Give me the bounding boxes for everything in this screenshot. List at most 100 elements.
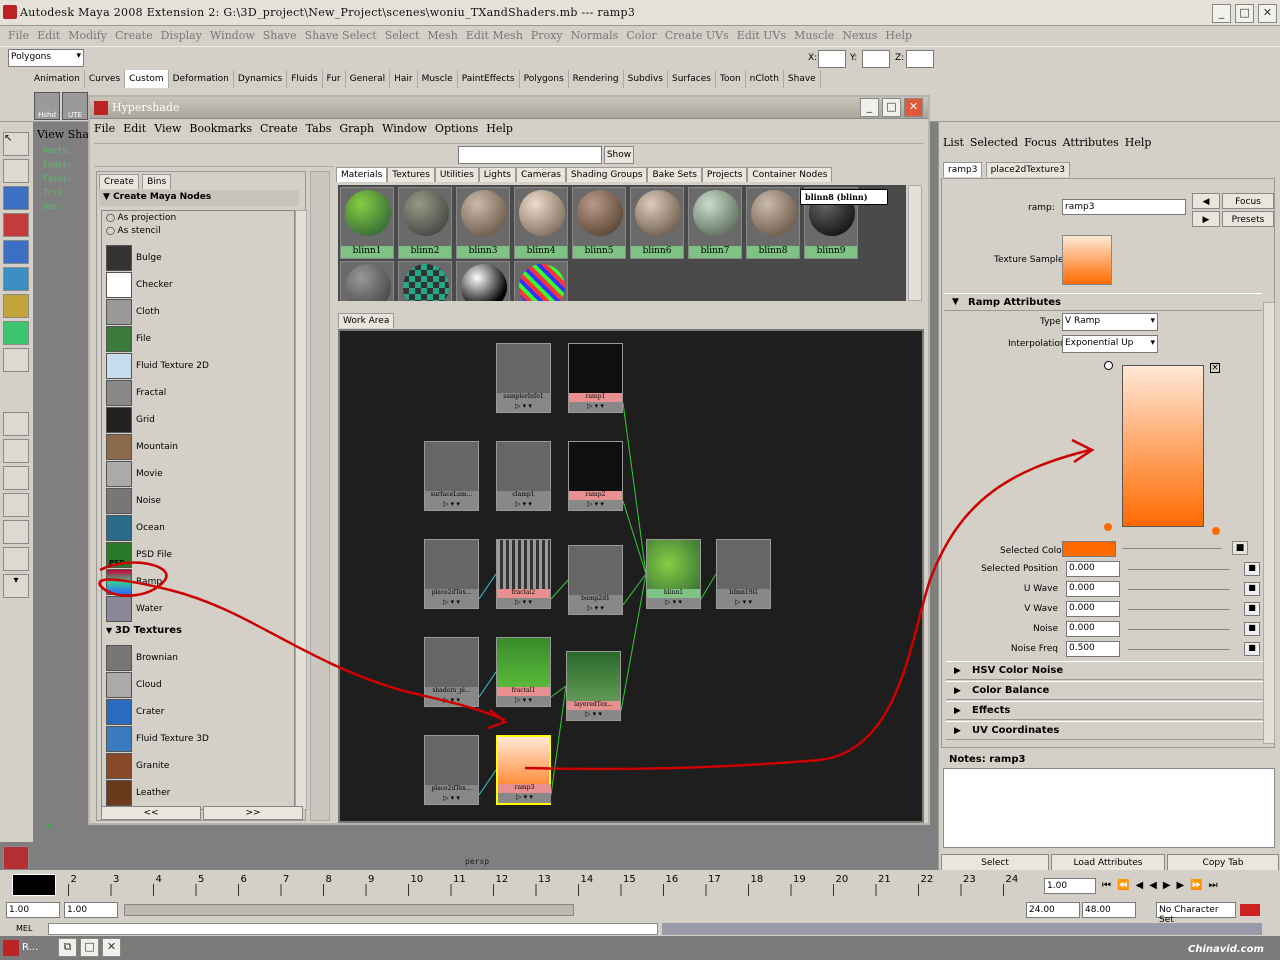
- node-item-ocean[interactable]: Ocean: [106, 515, 286, 542]
- work-node-ports[interactable]: ▷ ▾ ▾: [497, 696, 550, 706]
- material-swatch-blinn4[interactable]: blinn4: [514, 187, 568, 259]
- tab-place2dtexture3[interactable]: place2dTexture3: [985, 162, 1070, 177]
- ramp-section-header[interactable]: ▼ Ramp Attributes: [944, 293, 1262, 311]
- layout-persp-icon[interactable]: [3, 493, 29, 517]
- layout-graph-icon[interactable]: [3, 547, 29, 571]
- layout-outliner-icon[interactable]: [3, 520, 29, 544]
- paint-tool-icon[interactable]: [3, 186, 29, 210]
- material-swatch-blinn8[interactable]: blinn8: [746, 187, 800, 259]
- shelf-tab-custom[interactable]: Custom: [125, 70, 169, 88]
- viewport-menu-view[interactable]: View: [37, 128, 64, 141]
- ae-menu-attributes[interactable]: Attributes: [1063, 136, 1119, 149]
- browser-tab-bake-sets[interactable]: Bake Sets: [647, 167, 702, 182]
- work-node-place2dtex[interactable]: place2dTex... ▷ ▾ ▾: [424, 735, 479, 805]
- last-tool-icon[interactable]: [3, 348, 29, 372]
- work-node-fractal2[interactable]: fractal2 ▷ ▾ ▾: [496, 539, 551, 609]
- hs-menu-create[interactable]: Create: [260, 122, 298, 135]
- selected-color-slider[interactable]: [1122, 548, 1222, 549]
- manipulator-tool-icon[interactable]: [3, 294, 29, 318]
- shelf-tab-shave[interactable]: Shave: [784, 70, 821, 88]
- section-hsv-color-noise[interactable]: ▶ HSV Color Noise: [946, 661, 1264, 680]
- task-restore-button[interactable]: ⧉: [58, 938, 77, 957]
- shelf-tab-animation[interactable]: Animation: [30, 70, 85, 88]
- move-tool-icon[interactable]: [3, 213, 29, 237]
- menu-edit-mesh[interactable]: Edit Mesh: [466, 29, 523, 42]
- ramp-gradient[interactable]: [1122, 365, 1204, 527]
- layout-menu-icon[interactable]: ▾: [3, 574, 29, 598]
- hs-maximize-button[interactable]: □: [882, 98, 901, 117]
- shelf-button-hshd[interactable]: Hshd: [34, 92, 60, 120]
- field-value[interactable]: 0.500: [1066, 641, 1120, 657]
- work-node-shaders-pl[interactable]: shaders_pl... ▷ ▾ ▾: [424, 637, 479, 707]
- hs-menu-file[interactable]: File: [94, 122, 115, 135]
- node-item-brownian[interactable]: Brownian: [106, 645, 286, 672]
- layout-four-icon[interactable]: [3, 439, 29, 463]
- shelf-tab-subdivs[interactable]: Subdivs: [624, 70, 668, 88]
- work-node-fractal1[interactable]: fractal1 ▷ ▾ ▾: [496, 637, 551, 707]
- time-slider[interactable]: 123456789101112131415161718192021222324 …: [0, 870, 1280, 900]
- node-item-psd-file[interactable]: PSD PSD File: [106, 542, 286, 569]
- menu-edit-uvs[interactable]: Edit UVs: [737, 29, 786, 42]
- field-slider[interactable]: [1128, 569, 1230, 570]
- z-field[interactable]: [906, 50, 934, 68]
- y-field[interactable]: [862, 50, 890, 68]
- node-item-bulge[interactable]: Bulge: [106, 245, 286, 272]
- menu-normals[interactable]: Normals: [571, 29, 619, 42]
- work-node-ports[interactable]: ▷ ▾ ▾: [569, 604, 622, 614]
- section-effects[interactable]: ▶ Effects: [946, 701, 1264, 720]
- node-item-leather[interactable]: Leather: [106, 780, 286, 807]
- shelf-tab-deformation[interactable]: Deformation: [169, 70, 234, 88]
- range-bar[interactable]: [124, 904, 574, 916]
- shelf-tab-toon[interactable]: Toon: [716, 70, 746, 88]
- work-node-blinn1[interactable]: blinn1 ▷ ▾ ▾: [646, 539, 701, 609]
- map-button-icon[interactable]: ■: [1244, 582, 1260, 596]
- work-node-ports[interactable]: ▷ ▾ ▾: [569, 402, 622, 412]
- node-item-grid[interactable]: Grid: [106, 407, 286, 434]
- material-swatch-extra[interactable]: [514, 261, 568, 301]
- work-node-clamp1[interactable]: clamp1 ▷ ▾ ▾: [496, 441, 551, 511]
- ramp-delete-icon[interactable]: ✕: [1210, 363, 1220, 373]
- ramp-handle-bottom[interactable]: [1104, 523, 1112, 531]
- hs-menu-window[interactable]: Window: [382, 122, 427, 135]
- playback-end-field[interactable]: 24.00: [1026, 902, 1080, 918]
- layout-two-icon[interactable]: [3, 466, 29, 490]
- work-node-layeredtex[interactable]: layeredTex... ▷ ▾ ▾: [566, 651, 621, 721]
- tab-ramp3[interactable]: ramp3: [943, 162, 983, 177]
- ramp-handle-right[interactable]: [1212, 527, 1220, 535]
- node-item-crater[interactable]: Crater: [106, 699, 286, 726]
- search-field[interactable]: [458, 146, 602, 164]
- selected-color-map-button[interactable]: ■: [1232, 541, 1248, 555]
- shelf-tab-muscle[interactable]: Muscle: [418, 70, 458, 88]
- menu-shave-select[interactable]: Shave Select: [305, 29, 377, 42]
- maximize-button[interactable]: □: [1235, 4, 1254, 23]
- menu-modify[interactable]: Modify: [68, 29, 107, 42]
- menu-proxy[interactable]: Proxy: [531, 29, 563, 42]
- node-item-mountain[interactable]: Mountain: [106, 434, 286, 461]
- map-button-icon[interactable]: ■: [1244, 602, 1260, 616]
- task-maya-icon[interactable]: [3, 940, 19, 956]
- shelf-tab-ncloth[interactable]: nCloth: [746, 70, 784, 88]
- work-node-ports[interactable]: ▷ ▾ ▾: [567, 710, 620, 720]
- minimize-button[interactable]: _: [1212, 4, 1231, 23]
- hs-menu-edit[interactable]: Edit: [123, 122, 146, 135]
- end-time-field[interactable]: 48.00: [1082, 902, 1136, 918]
- browser-tab-cameras[interactable]: Cameras: [515, 167, 566, 182]
- field-value[interactable]: 0.000: [1066, 581, 1120, 597]
- work-node-ramp3[interactable]: ramp3 ▷ ▾ ▾: [496, 735, 551, 805]
- hs-menu-view[interactable]: View: [154, 122, 181, 135]
- work-node-ramp1[interactable]: ramp1 ▷ ▾ ▾: [568, 343, 623, 413]
- work-node-ports[interactable]: ▷ ▾ ▾: [647, 598, 700, 608]
- menu-shave[interactable]: Shave: [263, 29, 297, 42]
- playback-start-field[interactable]: 1.00: [64, 902, 118, 918]
- material-swatch-extra[interactable]: [340, 261, 394, 301]
- task-maximize-button[interactable]: □: [80, 938, 99, 957]
- browser-tab-utilities[interactable]: Utilities: [434, 167, 479, 182]
- browser-tab-projects[interactable]: Projects: [701, 167, 748, 182]
- task-close-button[interactable]: ✕: [102, 938, 121, 957]
- node-item-fluid-texture-3d[interactable]: Fluid Texture 3D: [106, 726, 286, 753]
- shelf-tab-polygons[interactable]: Polygons: [520, 70, 569, 88]
- menu-display[interactable]: Display: [161, 29, 202, 42]
- hs-menu-options[interactable]: Options: [435, 122, 478, 135]
- node-list-scrollbar[interactable]: [295, 210, 307, 810]
- field-slider[interactable]: [1128, 589, 1230, 590]
